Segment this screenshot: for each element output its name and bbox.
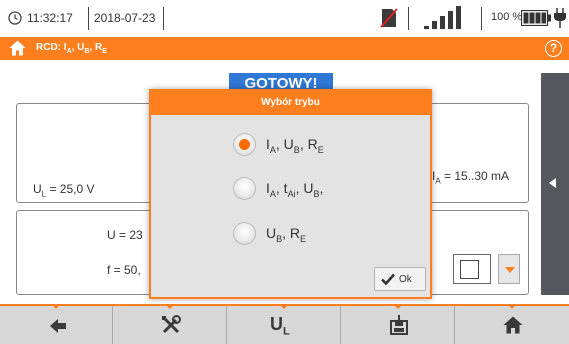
charging-plug-icon [554,8,566,28]
title-bar: RCD: IA, UB, RE ? [0,37,569,60]
clock-icon [8,11,22,25]
home-button[interactable] [456,304,569,344]
toolbar-notch [51,304,61,309]
meter-screen: 11:32:17 2018-07-23 100 % RCD: IA, UB, R… [0,0,569,344]
tools-icon [162,315,181,334]
battery-icon [521,10,551,26]
status-date: 2018-07-23 [94,11,156,25]
voltage-readout: U = 23 [107,228,143,242]
mode-option-ia-tai-ub[interactable]: IA, tAi, UB, [233,175,393,205]
signal-bars-icon [424,6,461,29]
toolbar-notch [393,304,403,309]
ul-readout: UL = 25,0 V [33,182,95,199]
page-title: RCD: IA, UB, RE [36,42,107,55]
ia-range-readout: IA = 15..30 mA [432,169,510,186]
mode-select-dialog: Wybór trybu IA, UB, RE IA, tAi, UB, UB, … [149,89,432,299]
arrow-left-icon [50,319,66,333]
toolbar-notch [279,304,289,309]
status-divider [163,7,164,30]
rcd-type-symbol [460,260,479,279]
mode-option-label: IA, tAi, UB, [266,180,324,199]
rcd-type-dropdown[interactable] [498,254,520,284]
sd-card-blocked-icon [380,8,398,28]
status-divider [408,7,409,30]
status-divider [88,7,89,30]
mode-option-label: UB, RE [266,225,307,244]
back-button[interactable] [0,304,113,344]
toolbar-notch [507,304,517,309]
frequency-readout: f = 50, [107,263,141,277]
home-icon [503,316,523,334]
status-bar: 11:32:17 2018-07-23 100 % [0,0,569,37]
save-to-memory-icon [390,315,408,335]
chevron-left-icon [549,178,556,188]
ul-limit-button[interactable]: UL [228,304,341,344]
side-panel-tab[interactable] [541,73,569,295]
chevron-down-icon [505,267,515,273]
help-icon[interactable]: ? [545,40,562,57]
mode-option-ia-ub-re[interactable]: IA, UB, RE [233,131,393,161]
toolbar-notch [165,304,175,309]
home-icon[interactable] [9,40,26,56]
checkmark-icon [381,273,395,285]
radio-button-selected[interactable] [233,133,256,156]
ok-button-label: Ok [399,274,412,285]
save-button[interactable] [342,304,455,344]
battery-percent: 100 % [491,11,523,23]
rcd-type-selector[interactable] [453,254,491,284]
radio-button[interactable] [233,177,256,200]
mode-option-ub-re[interactable]: UB, RE [233,220,393,250]
dialog-title: Wybór trybu [151,91,430,115]
status-time: 11:32:17 [27,11,73,25]
mode-option-label: IA, UB, RE [266,136,324,155]
status-divider [481,7,482,30]
bottom-toolbar: UL [0,304,569,344]
settings-button[interactable] [114,304,227,344]
radio-button[interactable] [233,222,256,245]
ok-button[interactable]: Ok [374,267,426,291]
ul-limit-label: UL [270,314,290,338]
